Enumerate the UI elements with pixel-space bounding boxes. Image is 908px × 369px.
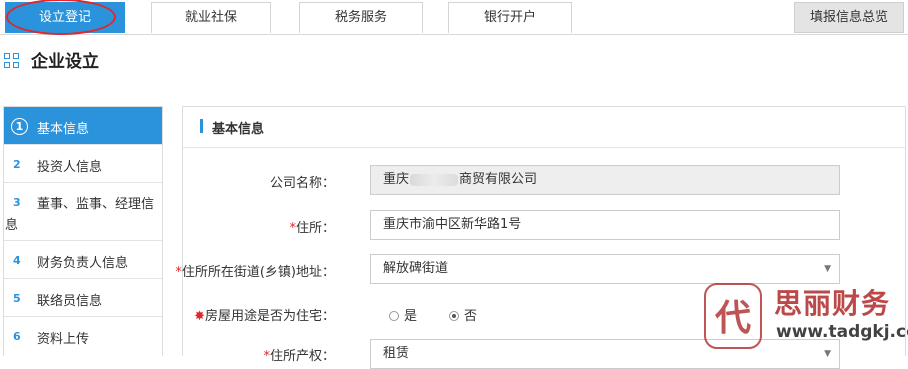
step-number: 6 [13,330,21,343]
radio-no[interactable]: 否 [449,305,477,324]
redacted-blur [410,173,459,186]
watermark: 代 思丽财务 www.tadgkj.com [704,283,908,355]
tab-tax-services[interactable]: 税务服务 [299,2,423,33]
step-finance-officer-info[interactable]: 4 财务负责人信息 [4,241,162,279]
watermark-url: www.tadgkj.com [776,322,908,342]
section-marker [200,119,203,133]
residential-label: ✸房屋用途是否为住宅： [194,309,335,324]
tab-setup-registration[interactable]: 设立登记 [5,2,125,33]
radio-circle-icon [449,311,459,321]
address-label: *住所： [289,221,335,236]
step-label: 投资人信息 [37,160,103,175]
panel-header: 基本信息 [183,107,905,148]
step-label: 资料上传 [37,332,90,347]
page-title: 企业设立 [31,52,99,72]
svg-text:代: 代 [714,298,751,339]
watermark-brand-name: 思丽财务 [774,287,891,320]
step-label: 联络员信息 [37,294,103,309]
step-upload-documents[interactable]: 6 资料上传 [4,317,162,355]
street-select[interactable]: 解放碑街道 ▼ [370,254,840,284]
street-label: *住所所在街道(乡镇)地址： [175,265,335,280]
caret-down-icon: ▼ [824,264,831,274]
step-label-wrap: 息 [5,218,19,233]
radio-circle-icon [389,311,399,321]
step-number: 1 [11,118,28,135]
step-investor-info[interactable]: 2 投资人信息 [4,145,162,183]
company-name-prefix: 重庆 [383,172,410,187]
step-liaison-info[interactable]: 5 联络员信息 [4,279,162,317]
grid-icon [4,53,20,69]
step-label: 财务负责人信息 [37,256,129,271]
property-value: 租赁 [383,346,410,361]
step-number: 3 [13,196,21,209]
company-name-field: 重庆 商贸有限公司 [370,165,840,195]
step-number: 4 [13,254,21,267]
step-number: 5 [13,292,21,305]
panel-title: 基本信息 [212,122,265,137]
step-number: 2 [13,158,21,171]
step-directors-info[interactable]: 3 董事、监事、经理信 息 [4,183,162,241]
company-name-label: 公司名称： [269,176,335,191]
tab-info-summary[interactable]: 填报信息总览 [794,2,904,33]
step-label: 董事、监事、经理信 [37,197,155,212]
top-tab-bar: 设立登记 就业社保 税务服务 银行开户 填报信息总览 [0,0,908,35]
step-label: 基本信息 [37,122,90,137]
address-input[interactable]: 重庆市渝中区新华路1号 [370,210,840,240]
watermark-logo-icon: 代 [704,283,762,349]
step-basic-info[interactable]: 1 基本信息 [4,107,162,145]
street-value: 解放碑街道 [383,261,449,276]
tab-bank-account[interactable]: 银行开户 [448,2,572,33]
company-name-suffix: 商贸有限公司 [459,172,538,187]
tab-employment-social-security[interactable]: 就业社保 [151,2,271,33]
steps-sidebar: 1 基本信息 2 投资人信息 3 董事、监事、经理信 息 4 财务负责人信息 5… [3,106,163,356]
radio-yes[interactable]: 是 [389,305,417,324]
